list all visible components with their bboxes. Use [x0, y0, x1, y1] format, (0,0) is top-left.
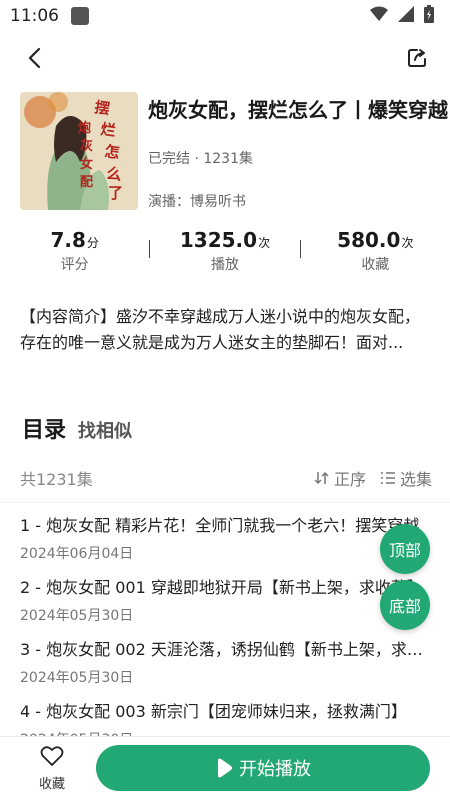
svg-text:了: 了: [108, 184, 123, 202]
episode-list-header: 共1231集 正序 选集: [20, 466, 432, 490]
stat-value: 580.0: [337, 228, 401, 252]
episode-item[interactable]: 2 - 炮灰女配 001 穿越即地狱开局【新书上架，求收藏】 2024年05月3…: [20, 576, 430, 638]
svg-text:灰: 灰: [80, 138, 93, 154]
share-icon: [408, 49, 426, 67]
episode-list: 1 - 炮灰女配 精彩片花！全师门就我一个老六！摆笑穿越 2024年06月04日…: [20, 514, 430, 762]
status-icons: [370, 5, 434, 27]
episode-title: 1 - 炮灰女配 精彩片花！全师门就我一个老六！摆笑穿越: [20, 516, 420, 535]
episode-item[interactable]: 1 - 炮灰女配 精彩片花！全师门就我一个老六！摆笑穿越 2024年06月04日: [20, 514, 430, 576]
episode-title: 2 - 炮灰女配 001 穿越即地狱开局【新书上架，求收藏】: [20, 578, 423, 597]
episode-item[interactable]: 3 - 炮灰女配 002 天涯沦落，诱拐仙鹤【新书上架，求收藏】 2024年05…: [20, 638, 430, 700]
svg-text:么: 么: [105, 164, 122, 184]
scroll-bottom-button[interactable]: 底部: [380, 580, 430, 630]
select-episode-button[interactable]: 选集: [380, 466, 432, 490]
list-actions: 正序 选集: [314, 466, 432, 490]
book-intro[interactable]: 【内容简介】盛汐不幸穿越成万人迷小说中的炮灰女配，存在的唯一意义就是成为万人迷女…: [20, 304, 432, 356]
list-icon: [380, 472, 395, 484]
battery-icon: [424, 5, 434, 27]
svg-text:配: 配: [80, 175, 93, 190]
divider: [0, 502, 450, 503]
episode-count: 共1231集: [20, 470, 93, 489]
back-arrow-icon: [28, 47, 41, 69]
book-status: 已完结 · 1231集: [148, 151, 253, 167]
stat-unit: 分: [86, 236, 99, 250]
stat-label: 收藏: [361, 257, 390, 273]
episode-date: 2024年06月04日: [20, 546, 134, 562]
sort-button[interactable]: 正序: [314, 466, 366, 490]
book-narrator: 演播：博易听书: [148, 194, 246, 210]
cell-signal-icon: [398, 6, 414, 26]
share-button[interactable]: [404, 44, 432, 72]
play-icon: [218, 758, 232, 778]
favorite-label: 收藏: [38, 777, 65, 792]
tab-similar[interactable]: 找相似: [78, 417, 132, 443]
svg-text:烂: 烂: [99, 120, 116, 140]
back-button[interactable]: [20, 44, 48, 72]
start-play-label: 开始播放: [239, 759, 311, 780]
stat-unit: 次: [401, 236, 414, 250]
notification-app-icon: [71, 7, 89, 25]
tab-toc[interactable]: 目录: [22, 412, 66, 444]
episode-date: 2024年05月30日: [20, 670, 134, 686]
scroll-top-button[interactable]: 顶部: [380, 524, 430, 574]
favorite-button[interactable]: 收藏: [30, 745, 74, 792]
stat-label: 评分: [60, 257, 89, 273]
cover-title: 摆: [93, 98, 110, 118]
nav-bar: [0, 40, 450, 74]
bottom-bar: 收藏 开始播放: [0, 736, 450, 800]
stat-favorites: 580.0次 收藏: [301, 228, 450, 280]
stat-rating: 7.8分 评分: [0, 228, 149, 280]
start-play-button[interactable]: 开始播放: [96, 745, 430, 791]
book-cover[interactable]: 摆 烂 怎 么 了 炮 灰 女 配: [20, 92, 138, 210]
episode-title: 3 - 炮灰女配 002 天涯沦落，诱拐仙鹤【新书上架，求收藏】: [20, 640, 430, 659]
stat-value: 7.8: [50, 228, 86, 252]
book-title: 炮灰女配，摆烂怎么了丨爆笑穿越: [148, 98, 448, 122]
wifi-icon: [370, 6, 388, 26]
stat-plays: 1325.0次 播放: [150, 228, 299, 280]
status-bar: 11:06: [0, 0, 450, 32]
stat-unit: 次: [258, 236, 271, 250]
status-time: 11:06: [10, 6, 59, 26]
sort-icon: [314, 471, 329, 485]
svg-text:炮: 炮: [78, 120, 91, 136]
svg-text:女: 女: [80, 156, 93, 172]
stat-value: 1325.0: [179, 228, 258, 252]
stat-label: 播放: [210, 257, 239, 273]
select-label: 选集: [399, 470, 432, 489]
content-tabs: 目录 找相似: [22, 412, 132, 444]
heart-icon: [40, 746, 64, 766]
svg-text:怎: 怎: [103, 142, 120, 162]
stats-row: 7.8分 评分 1325.0次 播放 580.0次 收藏: [0, 228, 450, 280]
episode-date: 2024年05月30日: [20, 608, 134, 624]
book-header: 摆 烂 怎 么 了 炮 灰 女 配 炮灰女配，摆烂怎么了丨爆笑穿越 已完结 · …: [20, 92, 448, 212]
episode-title: 4 - 炮灰女配 003 新宗门【团宠师妹归来，拯救满门】: [20, 702, 407, 721]
sort-label: 正序: [333, 470, 366, 489]
